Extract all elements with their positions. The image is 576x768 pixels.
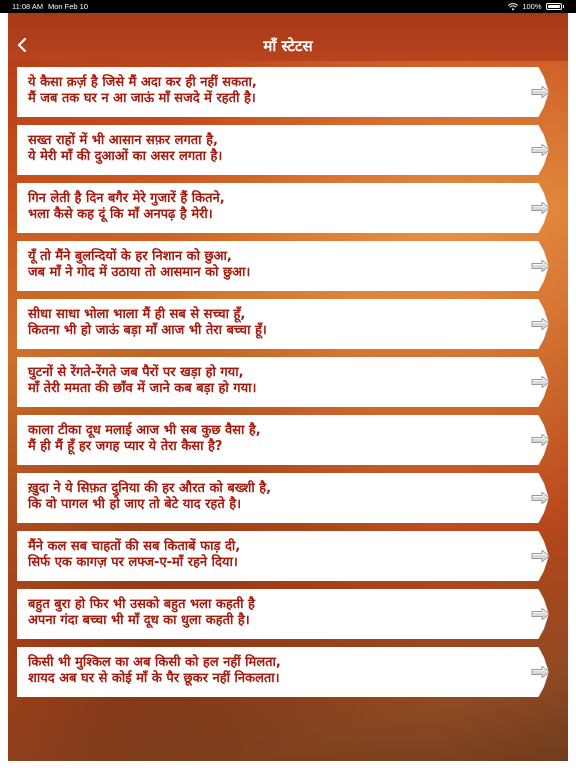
status-line-2: माँ तेरी ममता की छाँव में जाने कब बड़ा ह… [28, 381, 257, 396]
status-text: काला टीका दूध मलाई आज भी सब कुछ वैसा है,… [28, 423, 518, 455]
status-bar: 11:08 AM Mon Feb 10 100% [0, 0, 576, 13]
status-row[interactable]: ये कैसा क़र्ज़ है जिसे मैं अदा कर ही नही… [17, 67, 549, 117]
status-row[interactable]: मैंने कल सब चाहतों की सब किताबें फाड़ दी… [17, 531, 549, 581]
status-line-1: घुटनों से रेंगते-रेंगते जब पैरों पर खड़ा… [28, 365, 244, 380]
status-line-1: ख़ुदा ने ये सिफ़त दुनिया की हर औरत को बख… [28, 481, 272, 496]
arrow-right-icon[interactable] [531, 258, 549, 273]
status-text: सख्त राहों में भी आसान सफ़र लगता है, ये म… [28, 133, 518, 165]
arrow-right-icon[interactable] [531, 316, 549, 331]
page-title: माँ स्टेटस [263, 37, 313, 55]
status-line-1: गिन लेती है दिन बगैर मेरे गुजारें हैं कि… [28, 191, 225, 206]
arrow-right-icon[interactable] [531, 142, 549, 157]
status-line-1: काला टीका दूध मलाई आज भी सब कुछ वैसा है, [28, 423, 261, 438]
status-row[interactable]: यूँ तो मैंने बुलन्दियों के हर निशान को छ… [17, 241, 549, 291]
wifi-icon [508, 2, 519, 10]
status-line-1: ये कैसा क़र्ज़ है जिसे मैं अदा कर ही नही… [28, 75, 257, 90]
status-row[interactable]: घुटनों से रेंगते-रेंगते जब पैरों पर खड़ा… [17, 357, 549, 407]
app-screen: माँ स्टेटस ये कैसा क़र्ज़ है जिसे मैं अद… [8, 13, 568, 761]
status-row[interactable]: बहुत बुरा हो फिर भी उसको बहुत भला कहती ह… [17, 589, 549, 639]
status-line-2: ये मेरी माँ की दुआओं का असर लगता है। [28, 149, 223, 164]
arrow-right-icon[interactable] [531, 664, 549, 679]
arrow-right-icon[interactable] [531, 490, 549, 505]
status-text: सीधा साधा भोला भाला मैं ही सब से सच्चा ह… [28, 307, 518, 339]
arrow-right-icon[interactable] [531, 84, 549, 99]
status-right: 100% [508, 2, 564, 11]
status-row[interactable]: किसी भी मुश्किल का अब किसी को हल नहीं मि… [17, 647, 549, 697]
status-text: बहुत बुरा हो फिर भी उसको बहुत भला कहती ह… [28, 597, 518, 629]
status-line-2: जब माँ ने गोद में उठाया तो आसमान को छुआ। [28, 265, 251, 280]
status-time: 11:08 AM [12, 2, 44, 11]
battery-tip [562, 5, 564, 8]
status-row[interactable]: ख़ुदा ने ये सिफ़त दुनिया की हर औरत को बख… [17, 473, 549, 523]
status-text: घुटनों से रेंगते-रेंगते जब पैरों पर खड़ा… [28, 365, 518, 397]
nav-header: माँ स्टेटस [8, 13, 568, 61]
status-text: मैंने कल सब चाहतों की सब किताबें फाड़ दी… [28, 539, 518, 571]
status-line-2: सिर्फ एक कागज़ पर लफ्ज-ए-माँ रहने दिया। [28, 555, 238, 570]
battery-percent: 100% [522, 2, 542, 11]
arrow-right-icon[interactable] [531, 548, 549, 563]
status-row[interactable]: सीधा साधा भोला भाला मैं ही सब से सच्चा ह… [17, 299, 549, 349]
status-text: किसी भी मुश्किल का अब किसी को हल नहीं मि… [28, 655, 518, 687]
status-line-2: शायद अब घर से कोई माँ के पैर छूकर नहीं न… [28, 671, 280, 686]
status-date: Mon Feb 10 [48, 2, 89, 11]
arrow-right-icon[interactable] [531, 200, 549, 215]
status-line-2: अपना गंदा बच्चा भी माँ दूध का धुला कहती … [28, 613, 250, 628]
status-line-2: भला कैसे कह दूं कि माँ अनपढ़ है मेरी। [28, 207, 213, 222]
status-row[interactable]: गिन लेती है दिन बगैर मेरे गुजारें हैं कि… [17, 183, 549, 233]
battery-icon [545, 3, 562, 10]
arrow-right-icon[interactable] [531, 606, 549, 621]
status-text: ख़ुदा ने ये सिफ़त दुनिया की हर औरत को बख… [28, 481, 518, 513]
arrow-right-icon[interactable] [531, 432, 549, 447]
status-line-1: सीधा साधा भोला भाला मैं ही सब से सच्चा ह… [28, 307, 246, 322]
status-line-2: मैं जब तक घर न आ जाऊं माँ सजदे में रहती … [28, 91, 256, 106]
status-line-1: सख्त राहों में भी आसान सफ़र लगता है, [28, 133, 218, 148]
status-line-2: कि वो पागल भी हो जाए तो बेटे याद रहते है… [28, 497, 242, 512]
status-row[interactable]: सख्त राहों में भी आसान सफ़र लगता है, ये म… [17, 125, 549, 175]
status-row[interactable]: काला टीका दूध मलाई आज भी सब कुछ वैसा है,… [17, 415, 549, 465]
status-text: गिन लेती है दिन बगैर मेरे गुजारें हैं कि… [28, 191, 518, 223]
status-line-1: किसी भी मुश्किल का अब किसी को हल नहीं मि… [28, 655, 281, 670]
status-text: ये कैसा क़र्ज़ है जिसे मैं अदा कर ही नही… [28, 75, 518, 107]
arrow-right-icon[interactable] [531, 374, 549, 389]
status-text: यूँ तो मैंने बुलन्दियों के हर निशान को छ… [28, 249, 518, 281]
status-line-2: कितना भी हो जाऊं बड़ा माँ आज भी तेरा बच्… [28, 323, 267, 338]
status-line-1: मैंने कल सब चाहतों की सब किताबें फाड़ दी… [28, 539, 241, 554]
status-line-1: बहुत बुरा हो फिर भी उसको बहुत भला कहती ह… [28, 597, 255, 612]
status-line-1: यूँ तो मैंने बुलन्दियों के हर निशान को छ… [28, 249, 232, 264]
status-line-2: मैं ही मैं हूँ हर जगह प्यार ये तेरा कैसा… [28, 439, 223, 454]
